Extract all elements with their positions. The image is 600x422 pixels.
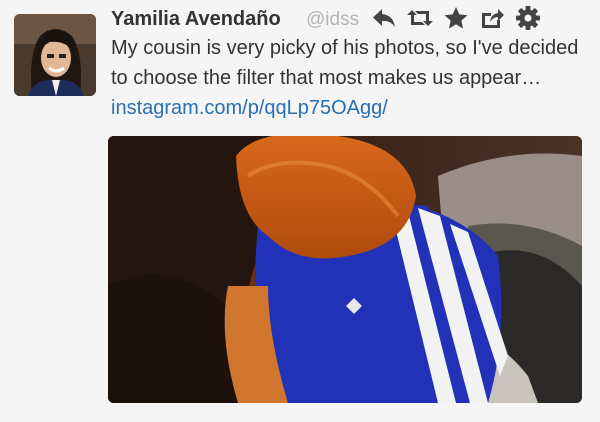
favorite-icon[interactable] xyxy=(438,4,474,32)
tweet-body: My cousin is very picky of his photos, s… xyxy=(111,37,579,89)
reply-icon[interactable] xyxy=(366,4,402,32)
tweet: Yamilia Avendaño @idss My cousin is very… xyxy=(0,0,600,422)
tweet-actions xyxy=(366,4,546,32)
media-photo[interactable] xyxy=(108,136,582,403)
photo-image xyxy=(108,136,582,403)
instagram-link[interactable]: instagram.com/p/qqLp75OAgg/ xyxy=(111,97,388,119)
more-gear-icon[interactable] xyxy=(510,4,546,32)
avatar[interactable] xyxy=(14,14,96,96)
author-name[interactable]: Yamilia Avendaño xyxy=(111,8,281,31)
author-handle[interactable]: @idss xyxy=(306,9,366,31)
tweet-text: My cousin is very picky of his photos, s… xyxy=(111,33,586,123)
retweet-icon[interactable] xyxy=(402,4,438,32)
share-icon[interactable] xyxy=(474,4,510,32)
avatar-photo xyxy=(14,14,96,96)
